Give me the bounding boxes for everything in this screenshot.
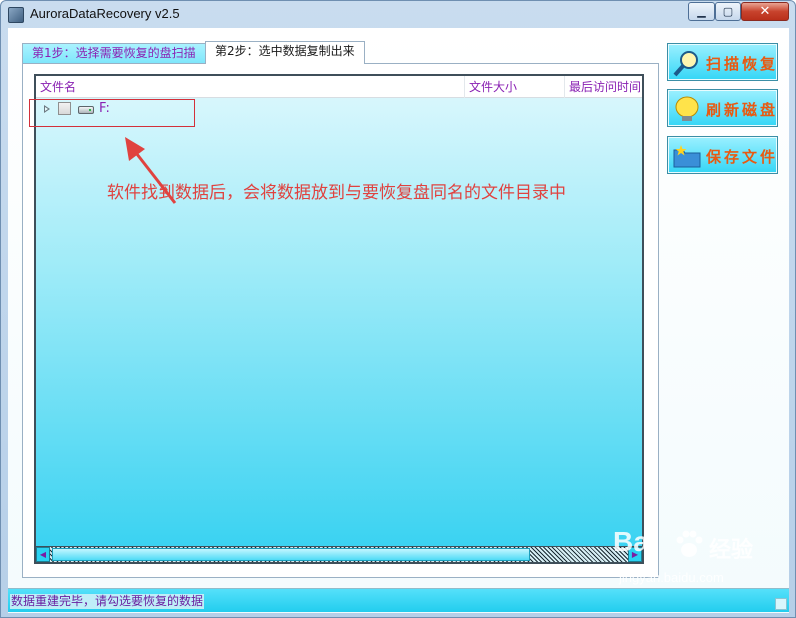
tree-header: 文件名 文件大小 最后访问时间 — [36, 76, 642, 98]
window-title: AuroraDataRecovery v2.5 — [30, 6, 180, 21]
app-window: AuroraDataRecovery v2.5 ▁ ▢ ✕ 第1步：选择需要恢复… — [0, 0, 796, 618]
scan-recover-button[interactable]: 扫描恢复 — [667, 43, 778, 81]
tab-step1[interactable]: 第1步：选择需要恢复的盘扫描 — [22, 43, 206, 63]
status-text: 数据重建完毕，请勾选要恢复的数据 — [10, 594, 205, 609]
column-header-last-access[interactable]: 最后访问时间 — [564, 76, 642, 98]
annotation-highlight-box — [29, 99, 195, 127]
close-button[interactable]: ✕ — [741, 2, 789, 21]
horizontal-scrollbar[interactable]: ◀ ▶ — [36, 546, 642, 562]
scroll-thumb[interactable] — [52, 548, 530, 561]
title-bar[interactable]: AuroraDataRecovery v2.5 ▁ ▢ ✕ — [1, 1, 795, 27]
refresh-disk-button[interactable]: 刷新磁盘 — [667, 89, 778, 127]
scroll-left-button[interactable]: ◀ — [36, 547, 50, 562]
save-file-label: 保存文件 — [706, 148, 779, 166]
minimize-button[interactable]: ▁ — [688, 2, 715, 21]
column-header-filename[interactable]: 文件名 — [36, 76, 464, 98]
tab-step2[interactable]: 第2步：选中数据复制出来 — [205, 41, 365, 64]
lightbulb-icon — [675, 96, 699, 121]
annotation-text: 软件找到数据后，会将数据放到与要恢复盘同名的文件目录中 — [107, 183, 566, 203]
resize-grip[interactable] — [775, 598, 787, 610]
scan-recover-label: 扫描恢复 — [706, 55, 779, 73]
maximize-button[interactable]: ▢ — [715, 2, 741, 21]
watermark-jingyan: 经验 — [709, 538, 754, 563]
arrow-left-icon: ◀ — [39, 550, 47, 559]
maximize-icon: ▢ — [722, 5, 734, 18]
column-header-filesize[interactable]: 文件大小 — [464, 76, 564, 98]
minimize-icon: ▁ — [697, 5, 706, 18]
close-icon: ✕ — [759, 4, 771, 19]
paw-icon — [676, 530, 703, 557]
refresh-disk-label: 刷新磁盘 — [706, 101, 779, 119]
app-icon — [8, 7, 24, 23]
watermark-logo: Bai — [613, 526, 657, 557]
folder-star-icon — [673, 145, 701, 168]
magnifier-icon — [673, 51, 698, 77]
watermark-url: jingyan.baidu.com — [619, 570, 724, 585]
save-file-button[interactable]: 保存文件 — [667, 136, 778, 174]
baidu-watermark: Bai 经验 jingyan.baidu.com — [613, 526, 783, 598]
